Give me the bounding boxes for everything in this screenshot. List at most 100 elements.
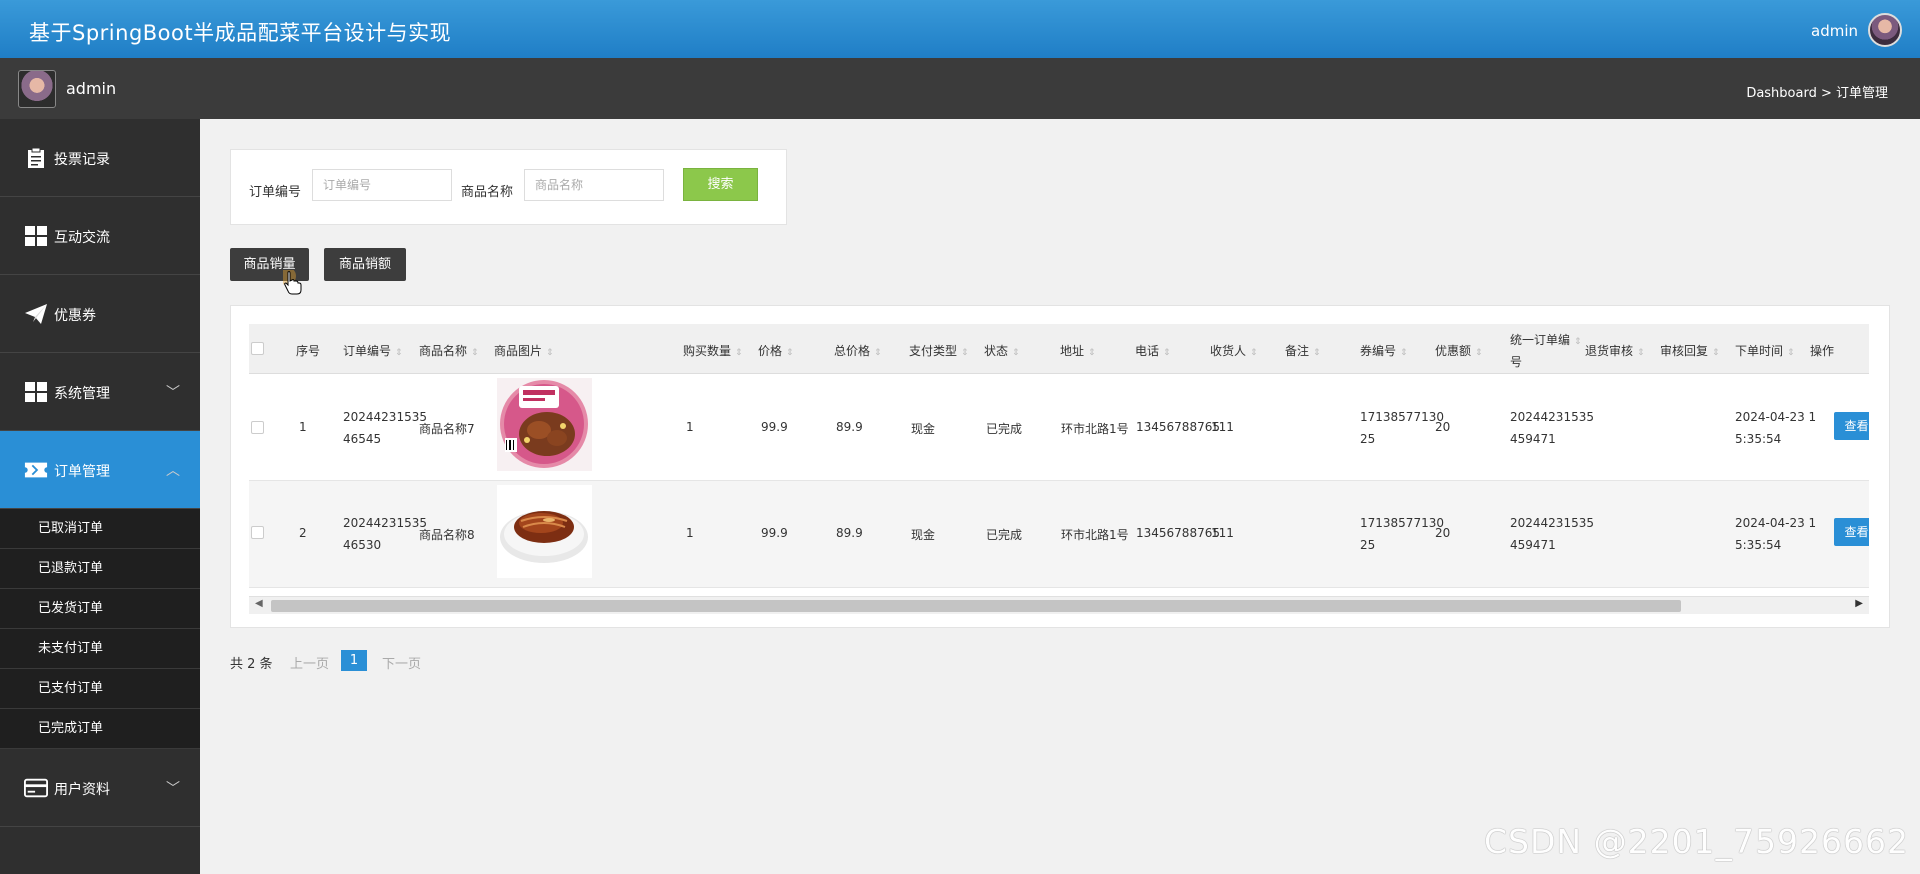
sidebar-item-interaction[interactable]: 互动交流 [0, 197, 200, 275]
sidebar-subitem-refunded[interactable]: 已退款订单 [0, 549, 200, 589]
scroll-right-icon[interactable]: ▶ [1855, 598, 1863, 609]
user-bar: admin Dashboard > 订单管理 [0, 58, 1920, 119]
cell-seq: 1 [299, 420, 307, 434]
col-note[interactable]: 备注 ⇕ [1285, 342, 1321, 359]
col-return-review[interactable]: 退货审核 ⇕ [1585, 342, 1645, 359]
top-header: 基于SpringBoot半成品配菜平台设计与实现 admin [0, 0, 1920, 58]
main-content: 订单编号 订单编号 商品名称 商品名称 搜索 商品销量 商品销额 序号 订单编号… [200, 119, 1920, 874]
col-order-time[interactable]: 下单时间 ⇕ [1735, 342, 1795, 359]
sort-icon: ⇕ [1313, 348, 1321, 358]
sidebar-item-system[interactable]: 系统管理 ﹀ [0, 353, 200, 431]
cell-discount: 20 [1435, 526, 1451, 540]
search-button[interactable]: 搜索 [683, 168, 758, 201]
scroll-left-icon[interactable]: ◀ [255, 598, 263, 609]
col-discount[interactable]: 优惠额 ⇕ [1435, 342, 1483, 359]
sidebar-subitem-unpaid[interactable]: 未支付订单 [0, 629, 200, 669]
sidebar-subitem-completed[interactable]: 已完成订单 [0, 709, 200, 749]
view-button[interactable]: 查看 [1834, 412, 1869, 440]
sidebar-item-label: 用户资料 [54, 782, 110, 798]
sidebar-subitem-shipped[interactable]: 已发货订单 [0, 589, 200, 629]
scrollbar-thumb[interactable] [271, 600, 1681, 612]
col-qty[interactable]: 购买数量 ⇕ [683, 342, 743, 359]
row-checkbox[interactable] [251, 421, 264, 434]
col-unified-order-no[interactable]: 统一订单编 ⇕ 号 [1510, 330, 1582, 372]
table-header: 序号 订单编号 ⇕ 商品名称 ⇕ 商品图片 ⇕ 购买数量 ⇕ 价格 ⇕ 总价格 ⇕ 支付类型… [249, 324, 1869, 374]
cell-product-name: 商品名称7 [419, 422, 475, 436]
cell-product-name: 商品名称8 [419, 528, 475, 542]
next-page-link[interactable]: 下一页 [382, 653, 421, 672]
horizontal-scrollbar[interactable]: ◀ ▶ [249, 596, 1869, 614]
select-all-checkbox[interactable] [251, 342, 264, 355]
top-username[interactable]: admin [1811, 22, 1858, 40]
cell-order-time: 2024-04-23 1 5:35:54 [1735, 410, 1817, 446]
order-no-placeholder: 订单编号 [323, 178, 372, 192]
orders-table: 序号 订单编号 ⇕ 商品名称 ⇕ 商品图片 ⇕ 购买数量 ⇕ 价格 ⇕ 总价格 ⇕ 支付类型… [249, 324, 1869, 596]
col-review-reply[interactable]: 审核回复 ⇕ [1660, 342, 1720, 359]
view-button[interactable]: 查看 [1834, 518, 1869, 546]
card-icon [24, 778, 48, 798]
product-image-bowl[interactable] [497, 378, 592, 471]
cell-phone: 13456788765 [1136, 526, 1220, 540]
sort-icon: ⇕ [395, 348, 403, 358]
row-checkbox[interactable] [251, 526, 264, 539]
cell-pay-type: 现金 [911, 528, 936, 542]
prev-page-link[interactable]: 上一页 [290, 653, 329, 672]
clipboard-icon [28, 147, 44, 168]
search-panel: 订单编号 订单编号 商品名称 商品名称 搜索 [230, 149, 787, 225]
col-total[interactable]: 总价格 ⇕ [834, 342, 882, 359]
sort-icon: ⇕ [1787, 348, 1795, 358]
chevron-down-icon: ﹀ [166, 781, 180, 797]
table-row: 2 20244231535 46530 商品名称8 1 99.9 89.9 现金… [249, 481, 1869, 588]
sidebar-item-label: 订单管理 [54, 464, 110, 480]
sort-icon: ⇕ [874, 348, 882, 358]
col-product-name[interactable]: 商品名称 ⇕ [419, 342, 479, 359]
sidebar-item-coupons[interactable]: 优惠券 [0, 275, 200, 353]
col-order-no[interactable]: 订单编号 ⇕ [343, 342, 403, 359]
col-price[interactable]: 价格 ⇕ [758, 342, 794, 359]
cell-qty: 1 [686, 420, 694, 434]
cell-total: 89.9 [836, 420, 863, 434]
sort-icon: ⇕ [1475, 348, 1483, 358]
col-coupon-no[interactable]: 券编号 ⇕ [1360, 342, 1408, 359]
col-product-image[interactable]: 商品图片 ⇕ [494, 342, 554, 359]
col-receiver[interactable]: 收货人 ⇕ [1210, 342, 1258, 359]
col-pay-type[interactable]: 支付类型 ⇕ [909, 342, 969, 359]
chevron-up-icon: ︿ [166, 463, 180, 479]
avatar[interactable] [1868, 13, 1902, 47]
breadcrumb[interactable]: Dashboard > 订单管理 [1746, 82, 1888, 101]
product-image-plate[interactable] [497, 485, 592, 578]
cell-phone: 13456788765 [1136, 420, 1220, 434]
cell-coupon-no: 17138577130 25 [1360, 516, 1444, 552]
cell-address: 环市北路1号 [1061, 528, 1129, 542]
product-name-label: 商品名称 [461, 185, 514, 200]
sidebar-subitem-paid[interactable]: 已支付订单 [0, 669, 200, 709]
watermark: CSDN @2201_75926662 [1484, 822, 1910, 861]
col-status[interactable]: 状态 ⇕ [984, 342, 1020, 359]
app-title: 基于SpringBoot半成品配菜平台设计与实现 [29, 21, 452, 45]
table-row: 1 20244231535 46545 商品名称7 1 99.9 89.9 现金… [249, 374, 1869, 481]
product-name-input[interactable]: 商品名称 [524, 169, 664, 201]
sort-icon: ⇕ [1163, 348, 1171, 358]
cell-unified-order-no: 20244231535 459471 [1510, 410, 1594, 446]
cell-address: 环市北路1号 [1061, 422, 1129, 436]
sidebar-item-label: 系统管理 [54, 386, 110, 402]
sidebar-subitem-cancelled[interactable]: 已取消订单 [0, 509, 200, 549]
col-address[interactable]: 地址 ⇕ [1060, 342, 1096, 359]
col-phone[interactable]: 电话 ⇕ [1135, 342, 1171, 359]
sort-icon: ⇕ [735, 348, 743, 358]
sort-icon: ⇕ [786, 348, 794, 358]
page-number-button[interactable]: 1 [341, 650, 367, 671]
grid-icon [25, 382, 47, 402]
sales-amount-button[interactable]: 商品销额 [324, 248, 406, 281]
sidebar-item-orders[interactable]: 订单管理 ︿ [0, 431, 200, 509]
cell-unified-order-no: 20244231535 459471 [1510, 516, 1594, 552]
ticket-icon [24, 462, 48, 478]
cell-total: 89.9 [836, 526, 863, 540]
cell-qty: 1 [686, 526, 694, 540]
order-no-input[interactable]: 订单编号 [312, 169, 452, 201]
sidebar-item-label: 优惠券 [54, 308, 96, 324]
sidebar: 投票记录 互动交流 优惠券 系统管理 ﹀ 订单管理 ︿ 已取消订单 已退款订单 … [0, 119, 200, 874]
sidebar-item-user-profile[interactable]: 用户资料 ﹀ [0, 749, 200, 827]
total-count: 共 2 条 [230, 657, 273, 672]
sidebar-item-vote-records[interactable]: 投票记录 [0, 119, 200, 197]
